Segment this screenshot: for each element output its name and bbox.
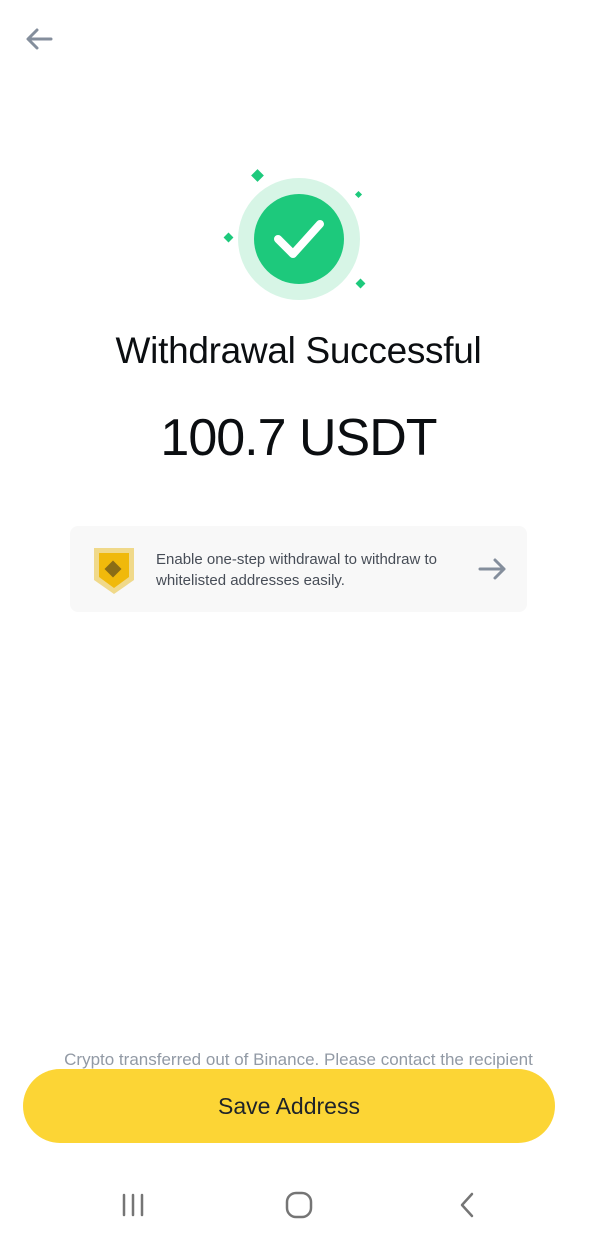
chevron-left-icon [460,1192,474,1218]
home-icon [285,1191,313,1219]
success-graphic [218,168,368,308]
arrow-right-icon [478,558,506,580]
recents-button[interactable] [113,1188,153,1222]
success-check-icon [223,169,366,300]
system-back-button[interactable] [447,1188,487,1222]
shield-badge-icon [94,548,134,594]
save-address-button[interactable]: Save Address [23,1069,555,1143]
footer-note: Crypto transferred out of Binance. Pleas… [64,1050,533,1069]
withdrawal-amount: 100.7 USDT [160,409,437,467]
back-button[interactable] [22,22,56,56]
arrow-left-icon [26,28,53,50]
result-title: Withdrawal Successful [115,330,482,371]
system-nav-bar [0,1170,597,1242]
recents-icon [122,1193,144,1217]
one-step-withdrawal-banner[interactable]: Enable one-step withdrawal to withdraw t… [70,526,527,612]
promo-text: Enable one-step withdrawal to withdraw t… [156,551,437,589]
home-button[interactable] [279,1188,319,1222]
